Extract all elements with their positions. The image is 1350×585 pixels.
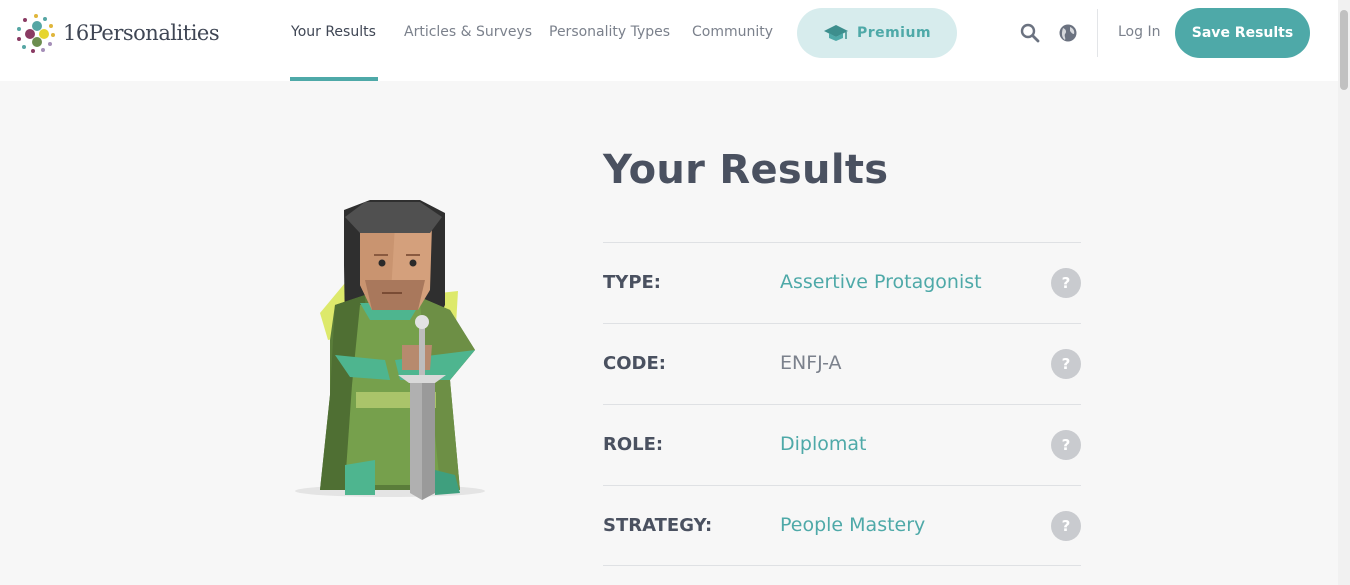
active-nav-indicator <box>290 77 378 81</box>
help-icon[interactable]: ? <box>1051 349 1081 379</box>
nav-articles-surveys[interactable]: Articles & Surveys <box>404 24 532 40</box>
result-label: CODE: <box>603 353 666 374</box>
result-row-role: ROLE: Diplomat ? <box>603 404 1081 485</box>
search-icon <box>1020 23 1040 43</box>
logo-dots-icon <box>17 14 55 53</box>
premium-label: Premium <box>856 25 932 41</box>
premium-button[interactable]: Premium <box>797 8 957 58</box>
scrollbar-thumb[interactable] <box>1340 10 1348 90</box>
result-value-strategy-link[interactable]: People Mastery <box>780 514 925 536</box>
brand-name: 16Personalities <box>63 21 220 45</box>
result-value-code: ENFJ-A <box>780 352 842 374</box>
nav-community[interactable]: Community <box>692 24 773 40</box>
help-icon[interactable]: ? <box>1051 511 1081 541</box>
result-label: TYPE: <box>603 272 661 293</box>
search-button[interactable] <box>1019 22 1041 44</box>
result-row-code: CODE: ENFJ-A ? <box>603 323 1081 404</box>
result-label: STRATEGY: <box>603 515 713 536</box>
results-list: TYPE: Assertive Protagonist ? CODE: ENFJ… <box>603 242 1081 566</box>
page-title: Your Results <box>603 147 889 193</box>
result-row-type: TYPE: Assertive Protagonist ? <box>603 242 1081 323</box>
globe-icon <box>1059 24 1077 42</box>
brand-logo[interactable]: 16Personalities <box>16 13 220 53</box>
result-value-role-link[interactable]: Diplomat <box>780 433 866 455</box>
result-row-strategy: STRATEGY: People Mastery ? <box>603 485 1081 566</box>
protagonist-character-illustration <box>290 195 490 509</box>
page-scrollbar[interactable] <box>1338 0 1350 585</box>
graduation-cap-icon <box>823 25 848 41</box>
header-divider <box>1097 9 1098 57</box>
save-results-button[interactable]: Save Results <box>1175 8 1310 58</box>
help-icon[interactable]: ? <box>1051 430 1081 460</box>
language-button[interactable] <box>1057 22 1079 44</box>
site-header: 16Personalities Your Results Articles & … <box>0 0 1338 81</box>
nav-personality-types[interactable]: Personality Types <box>549 24 670 40</box>
result-label: ROLE: <box>603 434 664 455</box>
nav-your-results[interactable]: Your Results <box>291 24 376 40</box>
result-value-type-link[interactable]: Assertive Protagonist <box>780 271 982 293</box>
help-icon[interactable]: ? <box>1051 268 1081 298</box>
login-link[interactable]: Log In <box>1118 24 1160 40</box>
